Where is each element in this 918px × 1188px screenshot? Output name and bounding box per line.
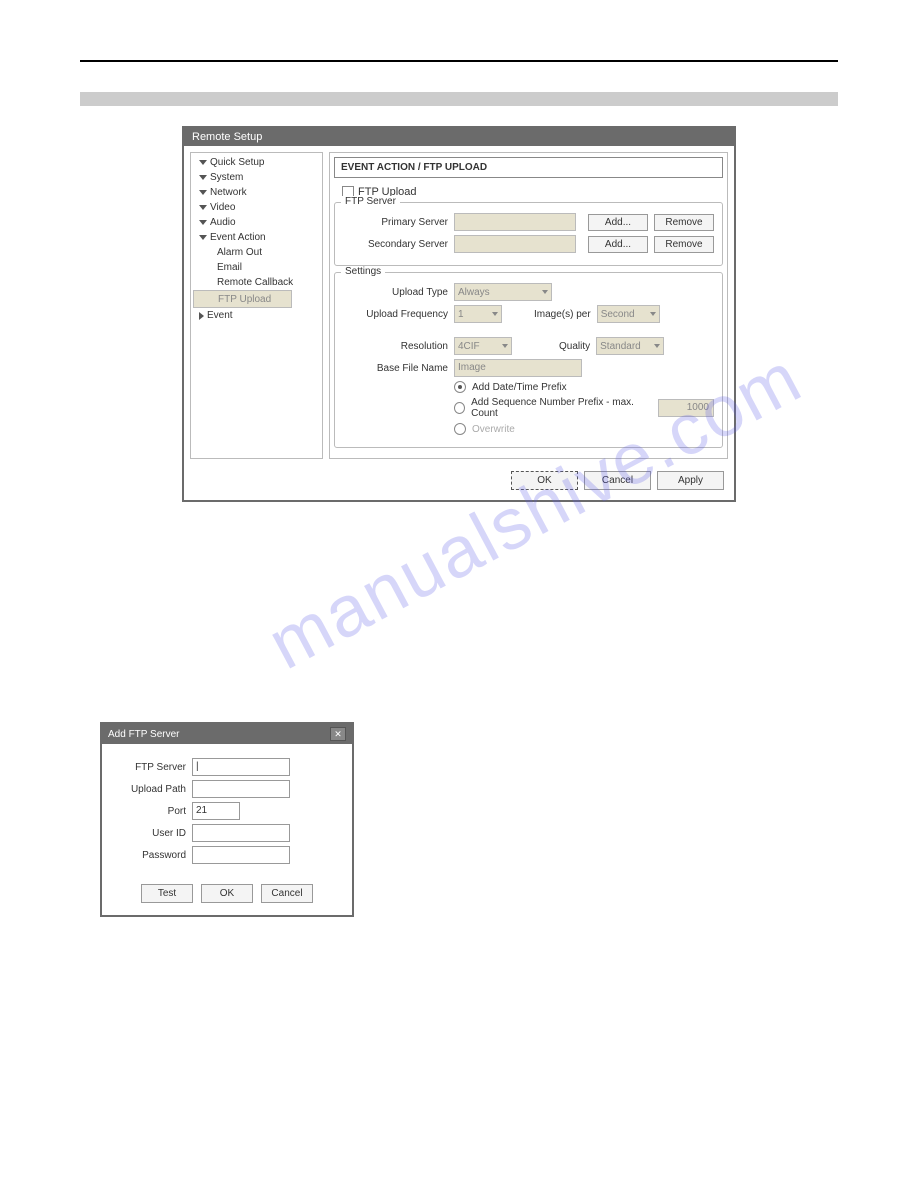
tree-system[interactable]: System bbox=[193, 170, 320, 185]
tree-event-action[interactable]: Event Action bbox=[193, 230, 320, 245]
images-per-select[interactable]: Second bbox=[597, 305, 660, 323]
remove-primary-button[interactable]: Remove bbox=[654, 214, 714, 231]
primary-server-label: Primary Server bbox=[343, 217, 448, 228]
upload-path-input[interactable] bbox=[192, 780, 290, 798]
dialog-title: Remote Setup bbox=[184, 128, 734, 146]
upload-type-select[interactable]: Always bbox=[454, 283, 552, 301]
settings-legend: Settings bbox=[341, 266, 385, 277]
password-label: Password bbox=[116, 850, 186, 861]
expand-icon bbox=[199, 160, 207, 165]
expand-icon bbox=[199, 220, 207, 225]
tree-video[interactable]: Video bbox=[193, 200, 320, 215]
base-file-input[interactable]: Image bbox=[454, 359, 582, 377]
user-id-label: User ID bbox=[116, 828, 186, 839]
ftp-server-legend: FTP Server bbox=[341, 196, 400, 207]
tree-label: Event bbox=[207, 310, 233, 321]
expand-icon bbox=[199, 190, 207, 195]
tree-label: System bbox=[210, 172, 243, 183]
settings-fieldset: Settings Upload Type Always Upload Frequ… bbox=[334, 272, 723, 448]
dialog2-title-text: Add FTP Server bbox=[108, 729, 180, 740]
cancel2-button[interactable]: Cancel bbox=[261, 884, 313, 903]
tree-label: Video bbox=[210, 202, 235, 213]
tree-remote-callback[interactable]: Remote Callback bbox=[193, 275, 320, 290]
overwrite-label: Overwrite bbox=[472, 424, 515, 435]
add-secondary-button[interactable]: Add... bbox=[588, 236, 648, 253]
dialog2-title: Add FTP Server ✕ bbox=[102, 724, 352, 744]
tree-event[interactable]: Event bbox=[193, 308, 320, 323]
prefix-datetime-radio[interactable] bbox=[454, 381, 466, 393]
select-value: Standard bbox=[600, 341, 641, 352]
chevron-down-icon bbox=[492, 312, 498, 316]
select-value: 1 bbox=[458, 309, 464, 320]
page-rule bbox=[80, 60, 838, 62]
secondary-server-input[interactable] bbox=[454, 235, 576, 253]
chevron-down-icon bbox=[650, 312, 656, 316]
secondary-server-label: Secondary Server bbox=[343, 239, 448, 250]
collapse-icon bbox=[199, 312, 204, 320]
tree-label: Audio bbox=[210, 217, 236, 228]
tree-quick-setup[interactable]: Quick Setup bbox=[193, 155, 320, 170]
upload-freq-label: Upload Frequency bbox=[343, 309, 448, 320]
main-panel: EVENT ACTION / FTP UPLOAD FTP Upload FTP… bbox=[329, 152, 728, 459]
upload-freq-select[interactable]: 1 bbox=[454, 305, 502, 323]
tree-label: Alarm Out bbox=[217, 247, 262, 258]
port-label: Port bbox=[116, 806, 186, 817]
tree-label: Email bbox=[217, 262, 242, 273]
add-ftp-server-dialog: Add FTP Server ✕ FTP Server | Upload Path… bbox=[100, 722, 354, 917]
close-icon[interactable]: ✕ bbox=[330, 727, 346, 741]
expand-icon bbox=[199, 235, 207, 240]
quality-select[interactable]: Standard bbox=[596, 337, 664, 355]
expand-icon bbox=[199, 205, 207, 210]
remote-setup-dialog: Remote Setup Quick Setup System Network … bbox=[182, 126, 736, 502]
base-file-label: Base File Name bbox=[343, 363, 448, 374]
password-input[interactable] bbox=[192, 846, 290, 864]
chevron-down-icon bbox=[542, 290, 548, 294]
nav-tree: Quick Setup System Network Video Audio E… bbox=[190, 152, 323, 459]
ok2-button[interactable]: OK bbox=[201, 884, 253, 903]
quality-label: Quality bbox=[559, 341, 590, 352]
tree-label: Remote Callback bbox=[217, 277, 293, 288]
ftp-server-label: FTP Server bbox=[116, 762, 186, 773]
tree-label: Event Action bbox=[210, 232, 266, 243]
chevron-down-icon bbox=[654, 344, 660, 348]
gray-band bbox=[80, 92, 838, 106]
tree-label: Quick Setup bbox=[210, 157, 264, 168]
tree-label: FTP Upload bbox=[218, 294, 271, 305]
remove-secondary-button[interactable]: Remove bbox=[654, 236, 714, 253]
tree-alarm-out[interactable]: Alarm Out bbox=[193, 245, 320, 260]
upload-type-label: Upload Type bbox=[343, 287, 448, 298]
images-per-label: Image(s) per bbox=[534, 309, 591, 320]
port-input[interactable]: 21 bbox=[192, 802, 240, 820]
chevron-down-icon bbox=[502, 344, 508, 348]
select-value: Always bbox=[458, 287, 490, 298]
prefix-sequence-radio[interactable] bbox=[454, 402, 465, 414]
tree-ftp-upload[interactable]: FTP Upload bbox=[193, 290, 292, 308]
prefix-datetime-label: Add Date/Time Prefix bbox=[472, 382, 567, 393]
user-id-input[interactable] bbox=[192, 824, 290, 842]
select-value: 4CIF bbox=[458, 341, 480, 352]
resolution-label: Resolution bbox=[343, 341, 448, 352]
select-value: Second bbox=[601, 309, 635, 320]
ftp-server-fieldset: FTP Server Primary Server Add... Remove … bbox=[334, 202, 723, 266]
ok-button[interactable]: OK bbox=[511, 471, 578, 490]
tree-email[interactable]: Email bbox=[193, 260, 320, 275]
prefix-sequence-label: Add Sequence Number Prefix - max. Count bbox=[471, 397, 646, 419]
upload-path-label: Upload Path bbox=[116, 784, 186, 795]
resolution-select[interactable]: 4CIF bbox=[454, 337, 512, 355]
ftp-server-input[interactable]: | bbox=[192, 758, 290, 776]
expand-icon bbox=[199, 175, 207, 180]
max-count-input[interactable]: 1000 bbox=[658, 399, 714, 417]
tree-network[interactable]: Network bbox=[193, 185, 320, 200]
tree-label: Network bbox=[210, 187, 247, 198]
add-primary-button[interactable]: Add... bbox=[588, 214, 648, 231]
primary-server-input[interactable] bbox=[454, 213, 576, 231]
test-button[interactable]: Test bbox=[141, 884, 193, 903]
tree-audio[interactable]: Audio bbox=[193, 215, 320, 230]
panel-header: EVENT ACTION / FTP UPLOAD bbox=[334, 157, 723, 178]
apply-button[interactable]: Apply bbox=[657, 471, 724, 490]
cancel-button[interactable]: Cancel bbox=[584, 471, 651, 490]
overwrite-radio[interactable] bbox=[454, 423, 466, 435]
